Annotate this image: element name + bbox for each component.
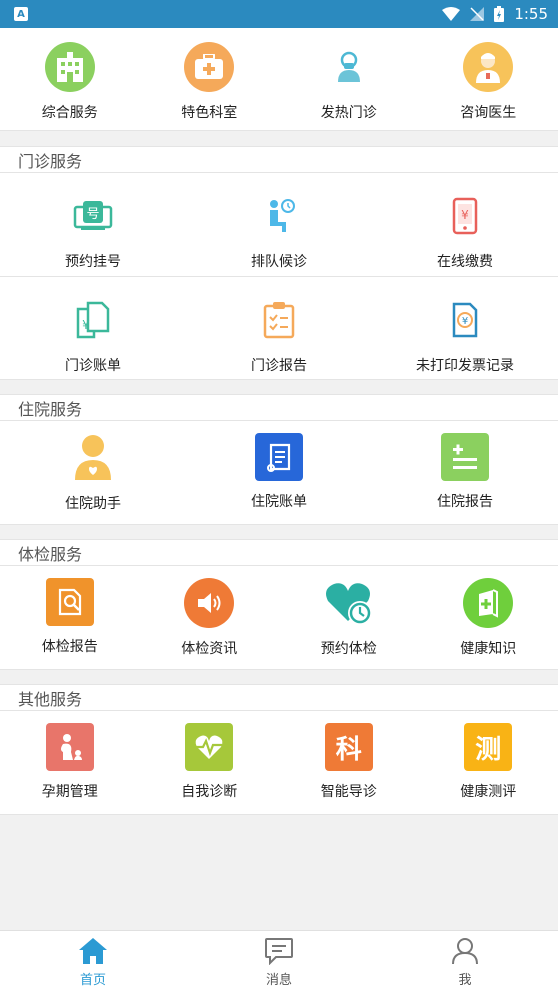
service-comprehensive[interactable]: 综合服务 bbox=[0, 28, 140, 130]
inpatient-report-item[interactable]: 住院报告 bbox=[372, 421, 558, 524]
checkup-report-icon bbox=[45, 578, 94, 626]
service-label: 发热门诊 bbox=[320, 105, 377, 121]
checkup-news-icon bbox=[184, 578, 235, 628]
medical-kit-icon bbox=[184, 42, 235, 92]
online-payment-icon: ¥ bbox=[440, 191, 490, 241]
svg-text:¥: ¥ bbox=[461, 208, 469, 222]
profile-icon bbox=[452, 938, 478, 965]
checkup-booking-icon bbox=[324, 578, 374, 628]
fever-clinic-icon bbox=[324, 42, 374, 92]
smart-guide-item[interactable]: 科 智能导诊 bbox=[279, 711, 419, 814]
home-icon bbox=[79, 938, 107, 964]
invoice-record-item[interactable]: ¥ 未打印发票记录 bbox=[372, 277, 558, 380]
tab-profile[interactable]: 我 bbox=[372, 931, 558, 992]
health-assessment-icon: 测 bbox=[464, 723, 513, 771]
checkup-news-label: 体检资讯 bbox=[181, 641, 238, 657]
inpatient-report-icon bbox=[441, 433, 489, 481]
invoice-record-icon: ¥ bbox=[440, 295, 490, 345]
app-notification-icon: A bbox=[14, 7, 28, 21]
pregnancy-item[interactable]: 孕期管理 bbox=[0, 711, 140, 814]
queue-item[interactable]: 排队候诊 bbox=[186, 173, 372, 276]
payment-label: 在线缴费 bbox=[437, 254, 493, 270]
checkup-report-item[interactable]: 体检报告 bbox=[0, 566, 140, 669]
inpatient-assistant-item[interactable]: 住院助手 bbox=[0, 421, 186, 524]
service-label: 综合服务 bbox=[41, 105, 98, 121]
pregnancy-label: 孕期管理 bbox=[41, 784, 98, 800]
self-diagnosis-label: 自我诊断 bbox=[181, 784, 238, 800]
invoice-record-label: 未打印发票记录 bbox=[416, 358, 514, 374]
checkup-section: 体检服务 体检报告 体检资讯 预约体检 健康知识 bbox=[0, 539, 558, 670]
other-section: 其他服务 孕期管理 自我诊断 科 智能导诊 测 健康测评 bbox=[0, 684, 558, 815]
outpatient-section: 门诊服务 号 预约挂号 排队候诊 ¥ 在线缴费 ¥ 门诊账单 门诊报告 ¥ 未打… bbox=[0, 146, 558, 380]
no-signal-icon bbox=[470, 7, 485, 21]
inpatient-bill-icon bbox=[255, 433, 303, 481]
service-specialty[interactable]: 特色科室 bbox=[140, 28, 280, 130]
service-fever-clinic[interactable]: 发热门诊 bbox=[279, 28, 419, 130]
section-title: 其他服务 bbox=[0, 685, 558, 711]
queue-wait-icon bbox=[254, 191, 304, 241]
service-label: 特色科室 bbox=[181, 105, 238, 121]
message-icon bbox=[265, 938, 293, 965]
tab-home[interactable]: 首页 bbox=[0, 931, 186, 992]
inpatient-section: 住院服务 住院助手 住院账单 住院报告 bbox=[0, 394, 558, 525]
health-assessment-item[interactable]: 测 健康测评 bbox=[419, 711, 558, 814]
smart-guide-icon: 科 bbox=[324, 723, 373, 771]
status-time: 1:55 bbox=[514, 5, 548, 23]
smart-guide-label: 智能导诊 bbox=[320, 784, 377, 800]
svg-text:¥: ¥ bbox=[462, 316, 468, 327]
service-consult-doctor[interactable]: 咨询医生 bbox=[419, 28, 558, 130]
self-diagnosis-item[interactable]: 自我诊断 bbox=[140, 711, 280, 814]
section-title: 门诊服务 bbox=[0, 147, 558, 173]
bottom-tab-bar: 首页 消息 我 bbox=[0, 930, 558, 992]
registration-item[interactable]: 号 预约挂号 bbox=[0, 173, 186, 276]
checkup-news-item[interactable]: 体检资讯 bbox=[140, 566, 280, 669]
queue-label: 排队候诊 bbox=[251, 254, 307, 270]
top-services: 综合服务 特色科室 发热门诊 咨询医生 bbox=[0, 28, 558, 131]
health-knowledge-icon bbox=[463, 578, 514, 628]
registration-icon: 号 bbox=[68, 191, 118, 241]
checkup-booking-item[interactable]: 预约体检 bbox=[279, 566, 419, 669]
hospital-building-icon bbox=[44, 42, 95, 92]
outpatient-bill-icon: ¥ bbox=[68, 295, 118, 345]
registration-label: 预约挂号 bbox=[65, 254, 121, 270]
outpatient-bill-item[interactable]: ¥ 门诊账单 bbox=[0, 277, 186, 380]
inpatient-assistant-label: 住院助手 bbox=[65, 496, 121, 512]
inpatient-report-label: 住院报告 bbox=[437, 494, 493, 510]
health-assessment-label: 健康测评 bbox=[460, 784, 517, 800]
self-diagnosis-icon bbox=[185, 723, 234, 771]
svg-text:号: 号 bbox=[86, 207, 99, 222]
outpatient-report-label: 门诊报告 bbox=[251, 358, 307, 374]
doctor-icon bbox=[463, 42, 514, 92]
service-label: 咨询医生 bbox=[460, 105, 517, 121]
outpatient-bill-label: 门诊账单 bbox=[65, 358, 121, 374]
inpatient-bill-item[interactable]: 住院账单 bbox=[186, 421, 372, 524]
status-bar: A 1:55 bbox=[0, 0, 558, 28]
section-title: 体检服务 bbox=[0, 540, 558, 566]
tab-label: 首页 bbox=[79, 973, 106, 988]
checkup-report-label: 体检报告 bbox=[41, 639, 98, 655]
svg-text:¥: ¥ bbox=[82, 318, 90, 332]
inpatient-bill-label: 住院账单 bbox=[251, 494, 307, 510]
tab-label: 我 bbox=[458, 973, 472, 988]
wifi-icon bbox=[442, 7, 461, 21]
pregnancy-icon bbox=[45, 723, 94, 771]
outpatient-report-item[interactable]: 门诊报告 bbox=[186, 277, 372, 380]
health-knowledge-label: 健康知识 bbox=[460, 641, 517, 657]
tab-label: 消息 bbox=[265, 973, 292, 988]
section-title: 住院服务 bbox=[0, 395, 558, 421]
checkup-booking-label: 预约体检 bbox=[320, 641, 377, 657]
outpatient-report-icon bbox=[254, 295, 304, 345]
tab-messages[interactable]: 消息 bbox=[186, 931, 372, 992]
payment-item[interactable]: ¥ 在线缴费 bbox=[372, 173, 558, 276]
battery-icon bbox=[494, 6, 505, 22]
inpatient-assistant-icon bbox=[68, 433, 118, 483]
health-knowledge-item[interactable]: 健康知识 bbox=[419, 566, 558, 669]
